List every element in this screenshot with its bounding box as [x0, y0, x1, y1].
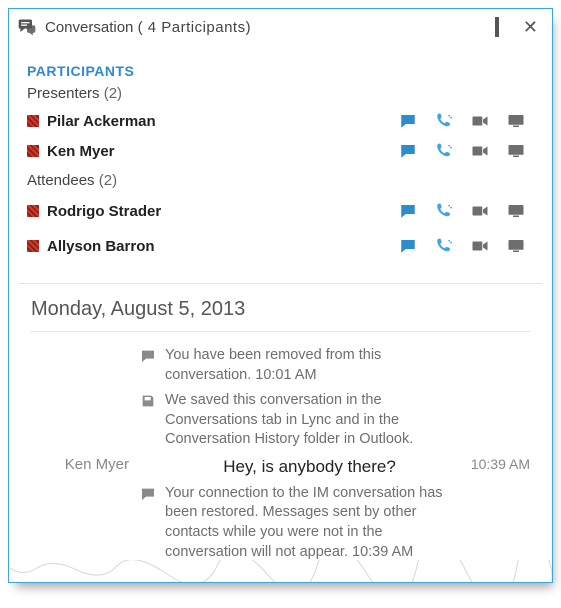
participant-row[interactable]: Ken Myer	[27, 136, 534, 166]
group-attendees-label[interactable]: Attendees (2)	[27, 172, 534, 189]
video-icon[interactable]	[470, 237, 490, 255]
conversation-window: Conversation ( 4 Participants) ✕ PARTICI…	[8, 8, 553, 583]
presence-indicator	[27, 205, 39, 217]
participant-row[interactable]: Pilar Ackerman	[27, 106, 534, 136]
group-presenters-label[interactable]: Presenters (2)	[27, 85, 534, 102]
message-row: Ken Myer Hey, is anybody there? 10:39 AM	[31, 456, 530, 478]
group-name: Attendees	[27, 172, 95, 189]
participant-name: Allyson Barron	[47, 238, 155, 255]
system-message-text: We saved this conversation in the Conver…	[165, 391, 454, 450]
chat-icon	[137, 346, 159, 364]
group-name: Presenters	[27, 85, 100, 102]
maximize-button[interactable]	[491, 17, 503, 37]
torn-edge-decoration	[8, 560, 552, 583]
video-icon[interactable]	[470, 142, 490, 160]
participant-row[interactable]: Allyson Barron	[27, 229, 534, 263]
title-participants-count: ( 4 Participants)	[138, 19, 252, 36]
participant-actions	[398, 202, 534, 220]
titlebar: Conversation ( 4 Participants) ✕	[9, 9, 552, 45]
message-text: Hey, is anybody there?	[165, 456, 454, 478]
system-message-text: Your connection to the IM conversation h…	[165, 484, 454, 562]
attendees-list: Rodrigo Strader Allyson Barron	[27, 193, 534, 263]
im-icon[interactable]	[398, 142, 418, 160]
window-controls: ✕	[467, 17, 542, 37]
system-message-row: Your connection to the IM conversation h…	[31, 484, 530, 562]
present-icon[interactable]	[506, 142, 526, 160]
participant-name: Ken Myer	[47, 143, 115, 160]
participant-actions	[398, 142, 534, 160]
presence-indicator	[27, 115, 39, 127]
presenters-list: Pilar Ackerman Ken Myer	[27, 106, 534, 166]
group-count: (2)	[104, 85, 122, 102]
title-prefix: Conversation	[45, 19, 133, 36]
system-message-text: You have been removed from this conversa…	[165, 346, 454, 385]
presence-indicator	[27, 240, 39, 252]
participants-panel: PARTICIPANTS Presenters (2) Pilar Ackerm…	[9, 45, 552, 263]
group-count: (2)	[99, 172, 117, 189]
presence-indicator	[27, 145, 39, 157]
im-icon[interactable]	[398, 202, 418, 220]
phone-icon[interactable]	[434, 237, 454, 255]
video-icon[interactable]	[470, 112, 490, 130]
present-icon[interactable]	[506, 237, 526, 255]
divider	[31, 331, 530, 332]
message-sender: Ken Myer	[31, 456, 131, 473]
participant-actions	[398, 237, 534, 255]
close-button[interactable]: ✕	[519, 19, 542, 35]
present-icon[interactable]	[506, 202, 526, 220]
conversation-app-icon	[17, 17, 37, 37]
phone-icon[interactable]	[434, 202, 454, 220]
im-icon[interactable]	[398, 237, 418, 255]
system-message-row: You have been removed from this conversa…	[31, 346, 530, 385]
phone-icon[interactable]	[434, 112, 454, 130]
conversation-pane: Monday, August 5, 2013 You have been rem…	[9, 284, 552, 562]
save-icon	[137, 391, 159, 409]
phone-icon[interactable]	[434, 142, 454, 160]
video-icon[interactable]	[470, 202, 490, 220]
participant-actions	[398, 112, 534, 130]
conversation-date: Monday, August 5, 2013	[31, 298, 530, 321]
participant-name: Pilar Ackerman	[47, 113, 156, 130]
participants-heading: PARTICIPANTS	[27, 63, 534, 79]
minimize-button[interactable]	[467, 25, 475, 29]
message-time: 10:39 AM	[460, 456, 530, 472]
im-icon[interactable]	[398, 112, 418, 130]
window-title: Conversation ( 4 Participants)	[45, 19, 251, 36]
system-message-row: We saved this conversation in the Conver…	[31, 391, 530, 450]
participant-row[interactable]: Rodrigo Strader	[27, 193, 534, 229]
participant-name: Rodrigo Strader	[47, 203, 161, 220]
present-icon[interactable]	[506, 112, 526, 130]
chat-icon	[137, 484, 159, 502]
